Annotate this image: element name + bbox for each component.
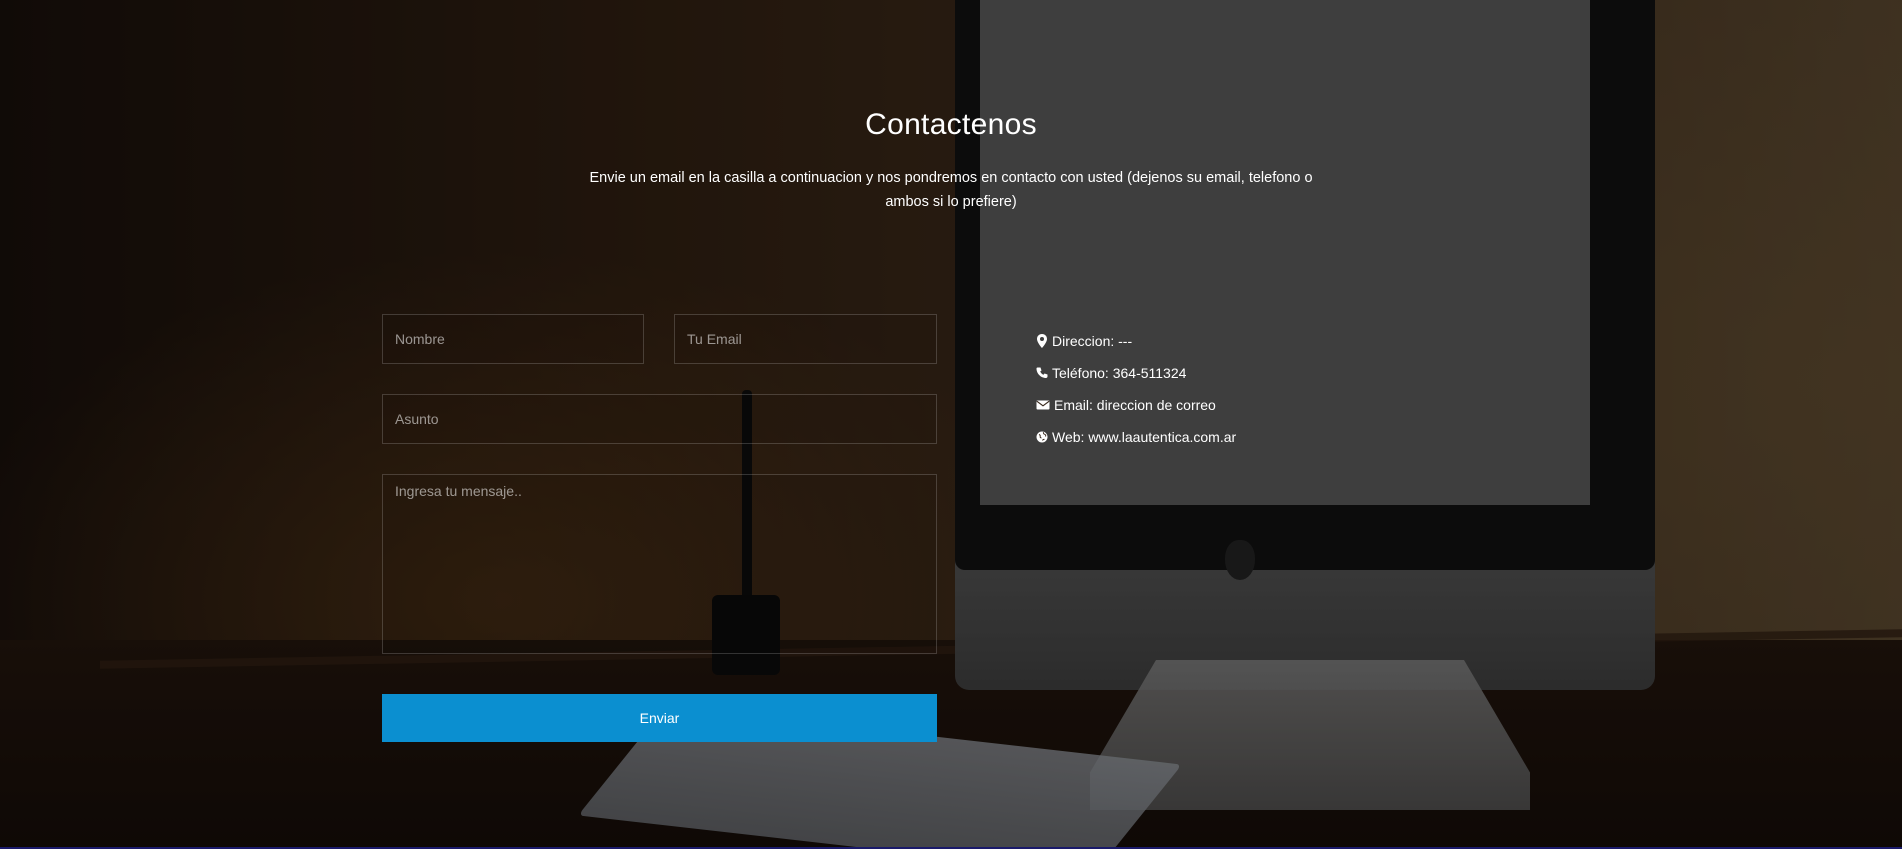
contact-phone: Teléfono: 364-511324 bbox=[1036, 357, 1236, 389]
phone-icon bbox=[1036, 366, 1048, 380]
contact-address-text: Direccion: --- bbox=[1052, 333, 1133, 349]
map-marker-icon bbox=[1036, 334, 1048, 348]
email-input[interactable] bbox=[674, 314, 937, 364]
name-input[interactable] bbox=[382, 314, 644, 364]
subject-input[interactable] bbox=[382, 394, 937, 444]
contact-phone-text: Teléfono: 364-511324 bbox=[1052, 365, 1187, 381]
submit-button[interactable]: Enviar bbox=[382, 694, 937, 742]
contact-web-text: Web: www.laautentica.com.ar bbox=[1052, 429, 1237, 445]
contact-info-list: Direccion: --- Teléfono: 364-511324 Emai… bbox=[1036, 325, 1236, 453]
contact-email: Email: direccion de correo bbox=[1036, 389, 1236, 421]
contact-page: Contactenos Envie un email en la casilla… bbox=[0, 0, 1902, 849]
section-title: Contactenos bbox=[865, 108, 1037, 141]
globe-icon bbox=[1036, 430, 1048, 444]
contact-email-text: Email: direccion de correo bbox=[1054, 397, 1216, 413]
envelope-icon bbox=[1036, 398, 1050, 412]
contact-address: Direccion: --- bbox=[1036, 325, 1236, 357]
section-subtitle: Envie un email en la casilla a continuac… bbox=[589, 170, 1313, 210]
message-textarea[interactable] bbox=[382, 474, 937, 654]
contact-web: Web: www.laautentica.com.ar bbox=[1036, 421, 1236, 453]
